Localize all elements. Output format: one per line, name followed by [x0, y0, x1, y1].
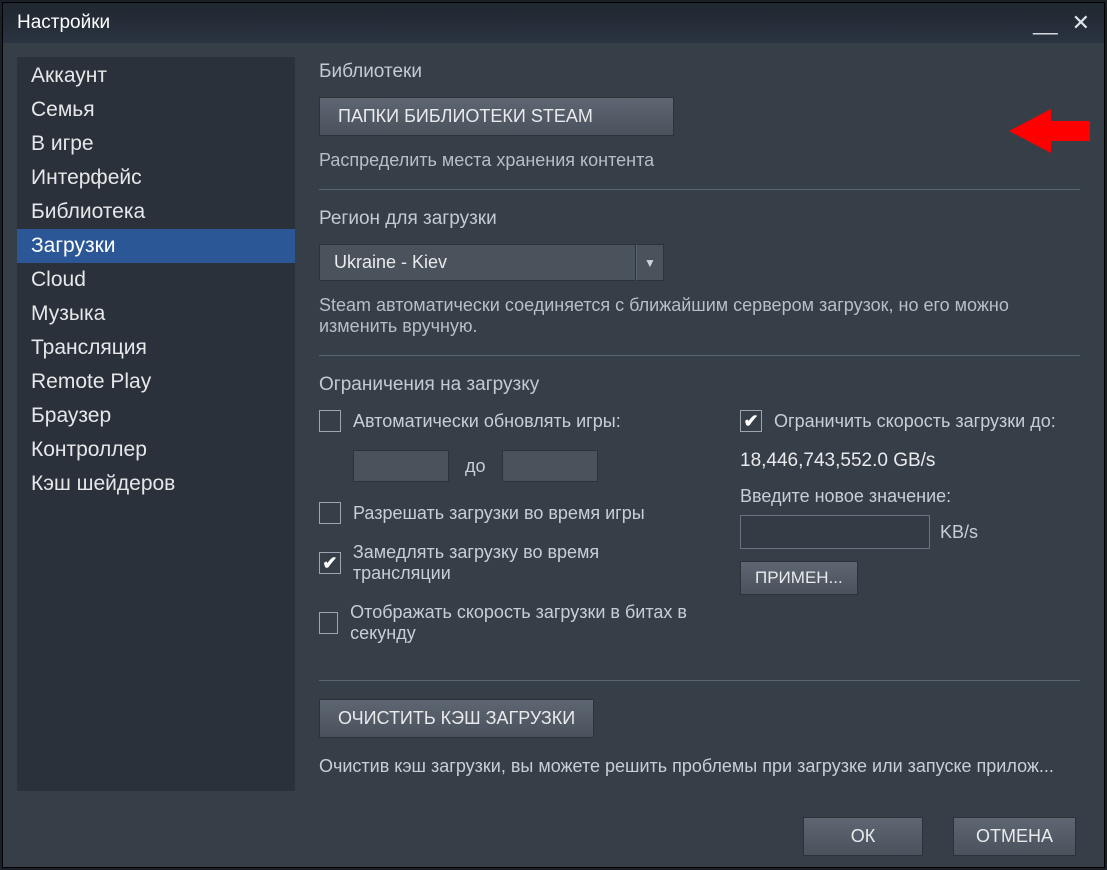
chevron-down-icon: ▼	[636, 244, 664, 281]
limits-row: Автоматически обновлять игры: до Разреша…	[319, 410, 1080, 662]
time-from-input[interactable]	[353, 450, 449, 482]
sidebar-item-label: Интерфейс	[31, 166, 142, 189]
limits-left: Автоматически обновлять игры: до Разреша…	[319, 410, 700, 662]
divider	[319, 355, 1080, 356]
cancel-button[interactable]: ОТМЕНА	[953, 817, 1076, 856]
ok-button[interactable]: ОК	[803, 817, 923, 856]
enter-new-label: Введите новое значение:	[740, 486, 1080, 507]
body: Аккаунт Семья В игре Интерфейс Библиотек…	[3, 43, 1104, 805]
sidebar-item-label: Кэш шейдеров	[31, 472, 175, 495]
sidebar-item-remoteplay[interactable]: Remote Play	[17, 365, 295, 399]
content-panel: Библиотеки ПАПКИ БИБЛИОТЕКИ STEAM Распре…	[309, 57, 1090, 791]
auto-update-row: Автоматически обновлять игры:	[319, 410, 700, 432]
window-title: Настройки	[17, 12, 110, 34]
sidebar-item-downloads[interactable]: Загрузки	[17, 229, 295, 263]
limits-heading: Ограничения на загрузку	[319, 374, 1080, 396]
footer: ОК ОТМЕНА	[3, 805, 1104, 867]
clear-desc: Очистив кэш загрузки, вы можете решить п…	[319, 756, 1080, 777]
apply-button[interactable]: ПРИМЕН...	[740, 561, 858, 595]
sidebar-item-interface[interactable]: Интерфейс	[17, 161, 295, 195]
sidebar-item-label: Cloud	[31, 268, 86, 291]
display-bits-label: Отображать скорость загрузки в битах в с…	[350, 602, 700, 644]
time-sep: до	[465, 456, 486, 477]
auto-update-label: Автоматически обновлять игры:	[353, 411, 621, 432]
settings-window: Настройки __ ✕ Аккаунт Семья В игре Инте…	[2, 2, 1105, 868]
time-range-row: до	[353, 450, 700, 482]
sidebar-item-label: Контроллер	[31, 438, 147, 461]
display-bits-row: Отображать скорость загрузки в битах в с…	[319, 602, 700, 644]
divider	[319, 189, 1080, 190]
titlebar: Настройки __ ✕	[3, 3, 1104, 43]
sidebar-item-label: Трансляция	[31, 336, 147, 359]
speed-unit: KB/s	[940, 522, 978, 543]
throttle-stream-checkbox[interactable]: ✔	[319, 552, 341, 574]
limit-speed-row: ✔ Ограничить скорость загрузки до:	[740, 410, 1080, 432]
sidebar-item-label: Браузер	[31, 404, 111, 427]
sidebar-item-music[interactable]: Музыка	[17, 297, 295, 331]
divider	[319, 680, 1080, 681]
sidebar-item-controller[interactable]: Контроллер	[17, 433, 295, 467]
download-region-dropdown[interactable]: Ukraine - Kiev ▼	[319, 244, 664, 281]
sidebar-item-browser[interactable]: Браузер	[17, 399, 295, 433]
sidebar-item-broadcasting[interactable]: Трансляция	[17, 331, 295, 365]
allow-during-game-row: Разрешать загрузки во время игры	[319, 502, 700, 524]
auto-update-checkbox[interactable]	[319, 410, 341, 432]
sidebar-item-label: Загрузки	[31, 234, 116, 257]
sidebar-item-label: Библиотека	[31, 200, 145, 223]
throttle-stream-row: ✔ Замедлять загрузку во время трансляции	[319, 542, 700, 584]
allow-during-game-checkbox[interactable]	[319, 502, 341, 524]
sidebar-item-library[interactable]: Библиотека	[17, 195, 295, 229]
display-bits-checkbox[interactable]	[319, 612, 338, 634]
steam-library-folders-button[interactable]: ПАПКИ БИБЛИОТЕКИ STEAM	[319, 97, 674, 136]
limit-speed-label: Ограничить скорость загрузки до:	[774, 411, 1056, 432]
close-icon[interactable]: ✕	[1072, 10, 1090, 36]
region-heading: Регион для загрузки	[319, 208, 1080, 230]
throttle-stream-label: Замедлять загрузку во время трансляции	[353, 542, 700, 584]
minimize-icon[interactable]: __	[1033, 10, 1057, 36]
time-to-input[interactable]	[502, 450, 598, 482]
speed-limit-input[interactable]	[740, 515, 930, 549]
sidebar-item-label: Семья	[31, 98, 95, 121]
sidebar-item-family[interactable]: Семья	[17, 93, 295, 127]
region-desc: Steam автоматически соединяется с ближай…	[319, 295, 1080, 337]
clear-download-cache-button[interactable]: ОЧИСТИТЬ КЭШ ЗАГРУЗКИ	[319, 699, 594, 738]
sidebar-item-shadercache[interactable]: Кэш шейдеров	[17, 467, 295, 501]
sidebar: Аккаунт Семья В игре Интерфейс Библиотек…	[17, 57, 295, 791]
sidebar-item-cloud[interactable]: Cloud	[17, 263, 295, 297]
current-speed-limit: 18,446,743,552.0 GB/s	[740, 450, 1080, 472]
sidebar-item-label: Аккаунт	[31, 64, 107, 87]
dropdown-value: Ukraine - Kiev	[319, 244, 636, 281]
libraries-heading: Библиотеки	[319, 61, 1080, 83]
sidebar-item-label: Музыка	[31, 302, 105, 325]
limit-speed-checkbox[interactable]: ✔	[740, 410, 762, 432]
sidebar-item-ingame[interactable]: В игре	[17, 127, 295, 161]
limits-right: ✔ Ограничить скорость загрузки до: 18,44…	[740, 410, 1080, 595]
libraries-desc: Распределить места хранения контента	[319, 150, 1080, 171]
sidebar-item-label: В игре	[31, 132, 94, 155]
sidebar-item-account[interactable]: Аккаунт	[17, 59, 295, 93]
sidebar-item-label: Remote Play	[31, 370, 151, 393]
allow-during-game-label: Разрешать загрузки во время игры	[353, 503, 645, 524]
